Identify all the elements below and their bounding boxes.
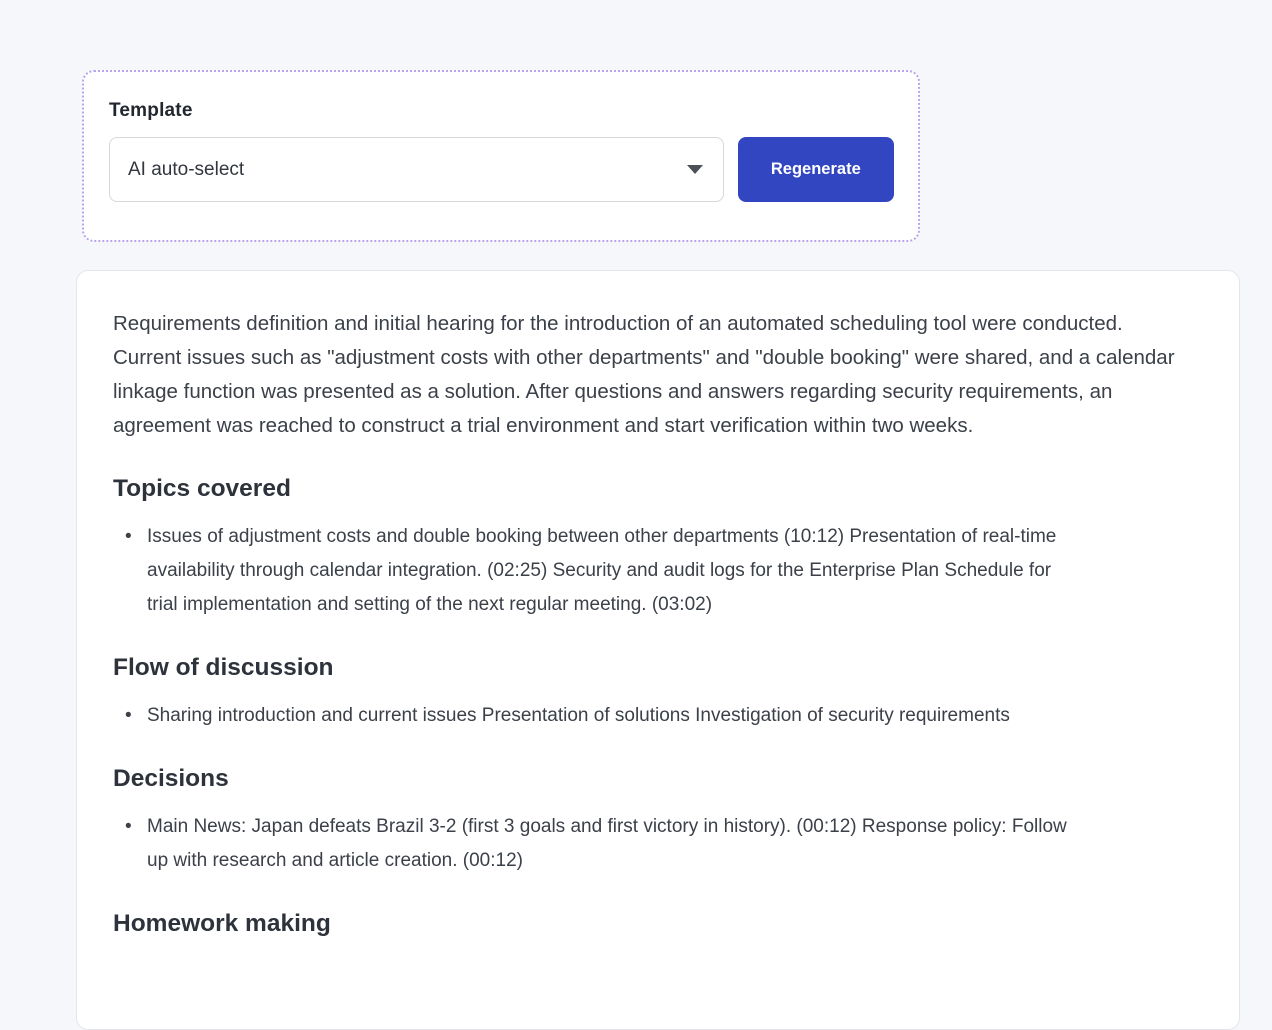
list-item: Sharing introduction and current issues …: [113, 699, 1239, 733]
template-row: AI auto-select Regenerate: [109, 137, 894, 202]
summary-intro: Requirements definition and initial hear…: [113, 307, 1239, 443]
summary-section-decisions: Decisions Main News: Japan defeats Brazi…: [113, 763, 1239, 878]
list-item: Issues of adjustment costs and double bo…: [113, 520, 1239, 622]
list-item: Main News: Japan defeats Brazil 3-2 (fir…: [113, 810, 1239, 878]
regenerate-button[interactable]: Regenerate: [738, 137, 894, 202]
template-select[interactable]: AI auto-select: [109, 137, 724, 202]
bullet-list: Sharing introduction and current issues …: [113, 699, 1239, 733]
section-heading: Topics covered: [113, 473, 1239, 505]
summary-section-homework: Homework making: [113, 908, 1239, 940]
bullet-list: Main News: Japan defeats Brazil 3-2 (fir…: [113, 810, 1239, 878]
chevron-down-icon: [687, 165, 703, 174]
section-heading: Flow of discussion: [113, 652, 1239, 684]
template-panel: Template AI auto-select Regenerate: [82, 70, 920, 242]
summary-section-flow: Flow of discussion Sharing introduction …: [113, 652, 1239, 733]
summary-card: Requirements definition and initial hear…: [76, 270, 1240, 1030]
bullet-list: Issues of adjustment costs and double bo…: [113, 520, 1239, 622]
template-label: Template: [109, 100, 894, 122]
selected-template-value: AI auto-select: [128, 159, 687, 181]
section-heading: Homework making: [113, 908, 1239, 940]
regenerate-label: Regenerate: [771, 160, 861, 179]
section-heading: Decisions: [113, 763, 1239, 795]
summary-section-topics: Topics covered Issues of adjustment cost…: [113, 473, 1239, 622]
